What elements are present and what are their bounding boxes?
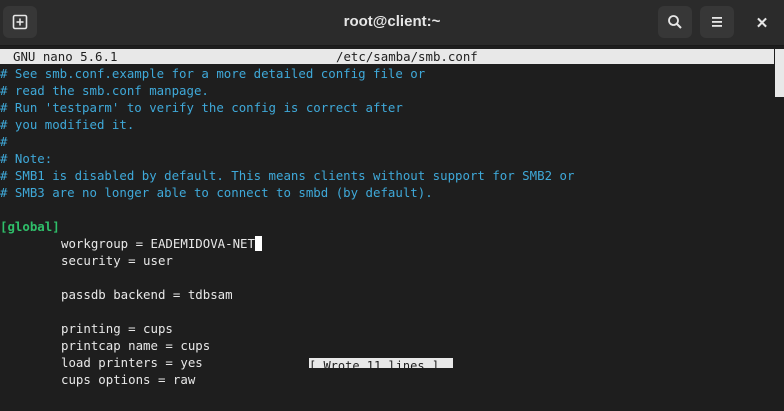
- config-line: printcap name = cups: [61, 338, 211, 353]
- nano-message-bar: [ Wrote 11 lines ]: [309, 358, 453, 368]
- close-button[interactable]: ✕: [748, 9, 776, 37]
- config-line: security = user: [61, 253, 173, 268]
- config-line: #: [0, 134, 8, 149]
- close-icon: ✕: [755, 15, 769, 32]
- title-bar: root@client:~ ✕: [0, 0, 784, 46]
- menu-button[interactable]: [700, 6, 734, 38]
- nano-status-bar: GNU nano 5.6.1 /etc/samba/smb.conf: [0, 49, 774, 64]
- config-line: # you modified it.: [0, 117, 135, 132]
- search-button[interactable]: [658, 6, 692, 38]
- text-cursor: [254, 236, 262, 251]
- hamburger-menu-icon: [712, 17, 722, 27]
- search-icon: [668, 15, 682, 29]
- config-line: # Run 'testparm' to verify the config is…: [0, 100, 403, 115]
- config-line: cups options = raw: [61, 372, 196, 387]
- config-line: # SMB3 are no longer able to connect to …: [0, 185, 433, 200]
- config-section-header: [global]: [0, 219, 60, 234]
- config-line-text: workgroup = EADEMIDOVA-NET: [61, 236, 255, 251]
- config-line: # See smb.conf.example for a more detail…: [0, 66, 426, 81]
- terminal-area[interactable]: GNU nano 5.6.1 /etc/samba/smb.conf # See…: [0, 47, 784, 411]
- config-line-workgroup: workgroup = EADEMIDOVA-NET: [0, 235, 262, 252]
- config-line: # SMB1 is disabled by default. This mean…: [0, 168, 575, 183]
- scrollbar[interactable]: [775, 49, 784, 97]
- config-line: passdb backend = tdbsam: [61, 287, 233, 302]
- nano-version: GNU nano 5.6.1: [13, 49, 118, 64]
- config-line: load printers = yes: [61, 355, 203, 370]
- config-line: # Note:: [0, 151, 53, 166]
- nano-filename: /etc/samba/smb.conf: [336, 49, 478, 64]
- config-line: # read the smb.conf manpage.: [0, 83, 209, 98]
- config-line: printing = cups: [61, 321, 173, 336]
